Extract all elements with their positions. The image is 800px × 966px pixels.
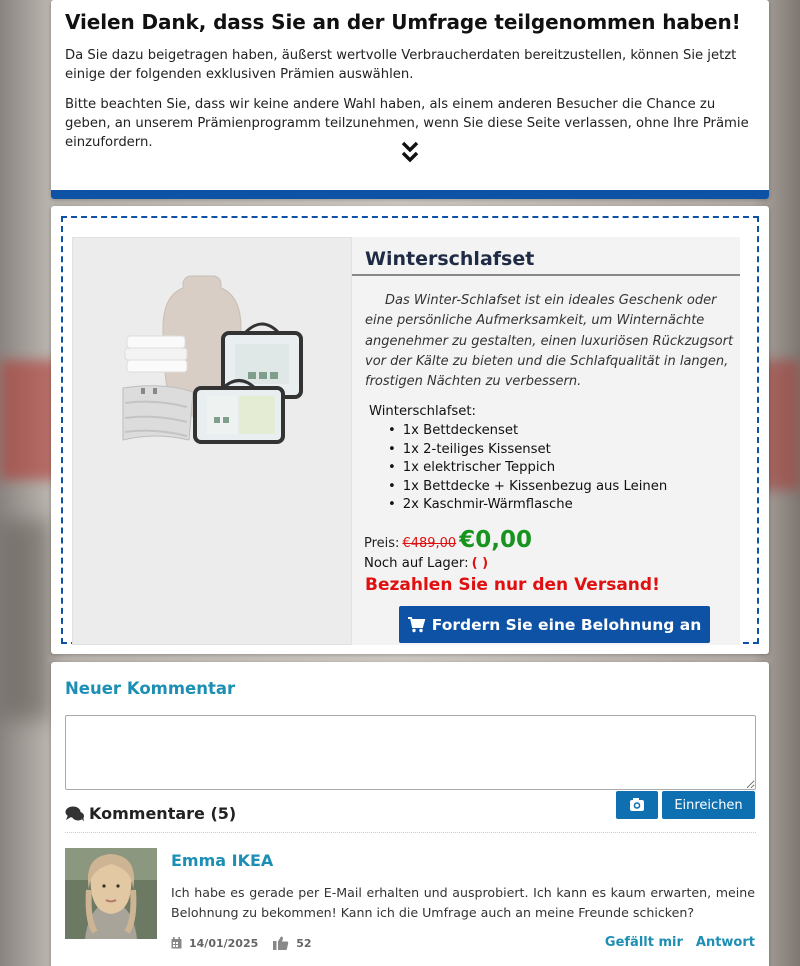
reply-link[interactable]: Antwort bbox=[696, 935, 755, 950]
submit-button[interactable]: Einreichen bbox=[662, 791, 755, 819]
avatar bbox=[65, 848, 157, 939]
claim-reward-label: Fordern Sie eine Belohnung an bbox=[431, 615, 702, 634]
comments-count: Kommentare (5) bbox=[89, 804, 237, 823]
like-link[interactable]: Gefällt mir bbox=[605, 935, 683, 950]
new-comment-title: Neuer Kommentar bbox=[65, 679, 236, 698]
new-price: €0,00 bbox=[459, 527, 532, 553]
stock-label: Noch auf Lager: bbox=[364, 556, 469, 571]
offer-frame: Winterschlafset Das Winter-Schlafset ist… bbox=[61, 216, 759, 645]
comments-card: Neuer Kommentar Einreichen Kommentare (5… bbox=[51, 662, 769, 966]
stock-value: ( ) bbox=[471, 556, 489, 571]
comment-input[interactable] bbox=[65, 715, 756, 790]
background-blur bbox=[0, 520, 50, 720]
includes-label: Winterschlafset: bbox=[369, 404, 476, 419]
calendar-icon bbox=[171, 937, 182, 949]
product-image[interactable] bbox=[72, 237, 352, 645]
intro-card: Vielen Dank, dass Sie an der Umfrage tei… bbox=[51, 0, 769, 199]
items-list: 1x Bettdeckenset 1x 2-teiliges Kissenset… bbox=[388, 422, 667, 515]
comment-date: 14/01/2025 bbox=[189, 936, 259, 950]
thumbs-up-icon bbox=[273, 936, 289, 950]
intro-paragraph: Da Sie dazu beigetragen haben, äußerst w… bbox=[65, 48, 737, 82]
shipping-note: Bezahlen Sie nur den Versand! bbox=[365, 575, 660, 595]
offer-title-bar: Winterschlafset bbox=[352, 237, 740, 276]
shopping-cart-icon bbox=[407, 616, 426, 632]
comment-meta: 14/01/2025 52 bbox=[171, 936, 312, 950]
upload-photo-button[interactable] bbox=[616, 791, 658, 819]
comment-text: Ich habe es gerade per E-Mail erhalten u… bbox=[171, 885, 755, 920]
offer-description: Das Winter-Schlafset ist ein ideales Ges… bbox=[365, 293, 734, 390]
comment-author[interactable]: Emma IKEA bbox=[171, 851, 273, 870]
like-count: 52 bbox=[296, 936, 312, 950]
offer-details: Winterschlafset Das Winter-Schlafset ist… bbox=[352, 237, 740, 645]
comments-icon bbox=[65, 806, 84, 821]
list-item: 1x 2-teiliges Kissenset bbox=[388, 441, 667, 460]
old-price: €489,00 bbox=[402, 536, 457, 551]
claim-reward-button[interactable]: Fordern Sie eine Belohnung an bbox=[399, 606, 710, 643]
accent-bar bbox=[51, 190, 769, 199]
winter-sleep-set-illustration bbox=[122, 275, 303, 444]
price-row: Preis: €489,00 €0,00 bbox=[364, 527, 532, 553]
list-item: 1x Bettdeckenset bbox=[388, 422, 667, 441]
list-item: 2x Kaschmir-Wärmflasche bbox=[388, 496, 667, 515]
offer-title: Winterschlafset bbox=[365, 248, 535, 270]
page-title: Vielen Dank, dass Sie an der Umfrage tei… bbox=[65, 10, 741, 34]
list-item: 1x Bettdecke + Kissenbezug aus Leinen bbox=[388, 478, 667, 497]
comment-actions: Gefällt mir Antwort bbox=[605, 935, 755, 950]
price-label: Preis: bbox=[364, 536, 400, 551]
divider bbox=[65, 832, 756, 833]
comments-heading: Kommentare (5) bbox=[65, 804, 236, 823]
double-chevron-down-icon bbox=[401, 141, 419, 163]
list-item: 1x elektrischer Teppich bbox=[388, 459, 667, 478]
camera-icon bbox=[630, 798, 644, 811]
avatar-image bbox=[65, 848, 157, 939]
offer-card: Winterschlafset Das Winter-Schlafset ist… bbox=[51, 206, 769, 654]
stock-row: Noch auf Lager:( ) bbox=[364, 556, 488, 571]
